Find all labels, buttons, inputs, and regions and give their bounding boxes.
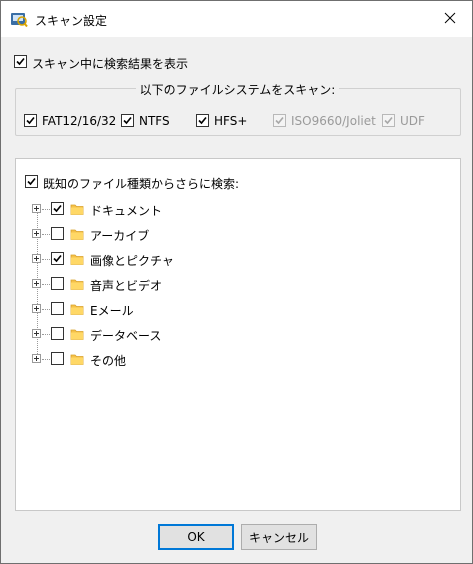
tree-item-audio-video[interactable]: 音声とビデオ [16,274,316,294]
file-type-tree-panel: 既知のファイル種類からさらに検索: ドキュメント アーカイブ 画像とピクチャ 音… [15,158,461,511]
expand-icon[interactable] [32,329,41,338]
expand-icon[interactable] [32,304,41,313]
tree-item-email[interactable]: Eメール [16,299,316,319]
scan-settings-dialog: スキャン設定 スキャン中に検索結果を表示 以下のファイルシステムをスキャン: F… [0,0,473,564]
tree-item-documents[interactable]: ドキュメント [16,199,316,219]
fat-label: FAT12/16/32 [42,114,117,128]
archives-checkbox[interactable] [51,227,64,240]
tree-item-label: Eメール [90,304,134,318]
window-title: スキャン設定 [35,14,108,28]
close-icon [444,12,456,27]
folder-icon [70,227,84,241]
folder-icon [70,202,84,216]
known-types-label: 既知のファイル種類からさらに検索: [43,177,240,191]
ok-button[interactable]: OK [158,524,234,550]
close-button[interactable] [427,1,472,37]
ntfs-label: NTFS [139,114,170,128]
folder-icon [70,352,84,366]
expand-icon[interactable] [32,204,41,213]
iso9660-label: ISO9660/Joliet [291,114,376,128]
tree-item-label: データベース [90,329,162,343]
show-results-label: スキャン中に検索結果を表示 [32,57,189,71]
dialog-content: スキャン中に検索結果を表示 以下のファイルシステムをスキャン: FAT12/16… [1,37,472,563]
folder-icon [70,302,84,316]
udf-label: UDF [400,114,425,128]
folder-icon [70,252,84,266]
hfs-label: HFS+ [214,114,248,128]
expand-icon[interactable] [32,254,41,263]
filesystem-group-legend: 以下のファイルシステムをスキャン: [1,81,473,98]
ntfs-checkbox[interactable] [121,114,134,127]
udf-checkbox[interactable] [382,114,395,127]
known-types-checkbox[interactable] [25,175,38,188]
email-checkbox[interactable] [51,302,64,315]
expand-icon[interactable] [32,229,41,238]
tree-item-database[interactable]: データベース [16,324,316,344]
tree-item-label: その他 [90,354,127,368]
scan-app-icon [10,10,28,28]
other-checkbox[interactable] [51,352,64,365]
fat-checkbox[interactable] [24,114,37,127]
expand-icon[interactable] [32,354,41,363]
title-bar: スキャン設定 [1,1,472,37]
database-checkbox[interactable] [51,327,64,340]
expand-icon[interactable] [32,279,41,288]
tree-item-label: ドキュメント [90,204,163,218]
folder-icon [70,327,84,341]
show-results-checkbox[interactable] [14,55,27,68]
tree-item-archives[interactable]: アーカイブ [16,224,316,244]
cancel-button[interactable]: キャンセル [241,524,317,550]
folder-icon [70,277,84,291]
audio-video-checkbox[interactable] [51,277,64,290]
iso9660-checkbox[interactable] [273,114,286,127]
tree-item-images[interactable]: 画像とピクチャ [16,249,316,269]
tree-item-label: アーカイブ [90,229,150,243]
tree-item-label: 音声とビデオ [90,279,163,293]
documents-checkbox[interactable] [51,202,64,215]
tree-item-label: 画像とピクチャ [90,254,174,268]
tree-item-other[interactable]: その他 [16,349,316,369]
hfs-checkbox[interactable] [196,114,209,127]
images-checkbox[interactable] [51,252,64,265]
